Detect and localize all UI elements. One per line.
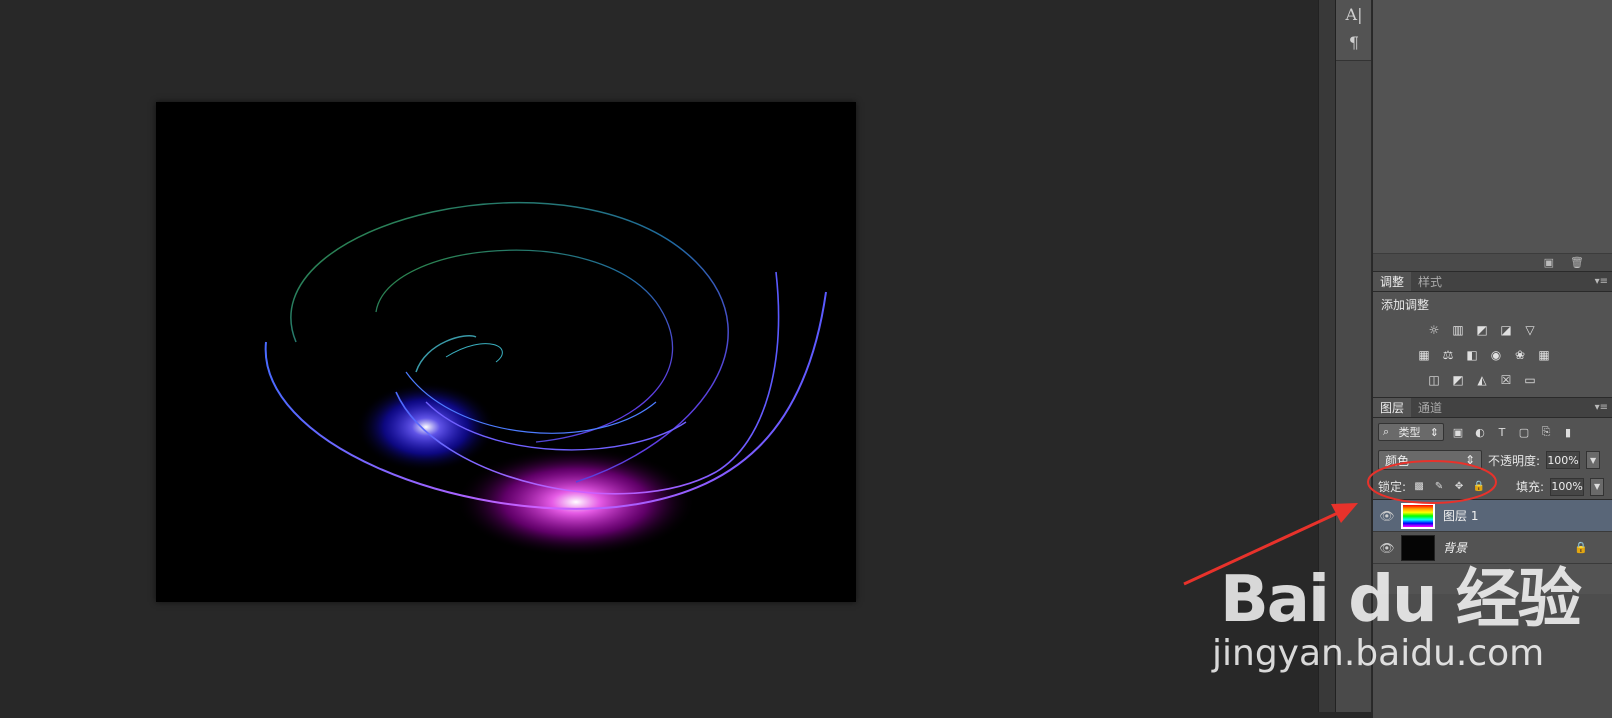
photo-filter-icon[interactable]: ◉ xyxy=(1487,346,1505,364)
character-panel-icon[interactable]: A| xyxy=(1336,0,1372,28)
collapsed-panel-strip: A| ¶ xyxy=(1336,0,1372,712)
layers-panel: ⌕ 类型 ⇕ ▣ ◐ T ▢ ⎘ ▮ 颜色 ⇕ 不透明度: 100% ▼ 锁定:… xyxy=(1373,418,1612,718)
shape-filter-icon[interactable]: ▢ xyxy=(1516,424,1532,440)
trash-icon[interactable]: 🗑 xyxy=(1570,256,1584,269)
lock-move-icon[interactable]: ✥ xyxy=(1452,480,1466,494)
layer-name: 背景 xyxy=(1443,541,1468,555)
black-white-icon[interactable]: ◧ xyxy=(1463,346,1481,364)
adjustments-title: 添加调整 xyxy=(1381,298,1430,312)
curves-icon[interactable]: ◩ xyxy=(1473,321,1491,339)
lock-icon: 🔒 xyxy=(1574,541,1588,554)
panel-menu-icon[interactable]: ▾≡ xyxy=(1595,272,1608,292)
light-swirl-artwork xyxy=(264,201,827,557)
panel-strip-empty xyxy=(1336,60,1371,712)
layer-filter-row: ⌕ 类型 ⇕ ▣ ◐ T ▢ ⎘ ▮ xyxy=(1373,418,1612,446)
layer-row[interactable]: 👁 背景 🔒 xyxy=(1373,532,1612,564)
invert-icon[interactable]: ◫ xyxy=(1425,371,1443,389)
color-balance-icon[interactable]: ⚖ xyxy=(1439,346,1457,364)
updown-icon: ⇕ xyxy=(1429,425,1439,439)
paragraph-panel-glyph: ¶ xyxy=(1348,32,1360,52)
fill-dropdown[interactable]: ▼ xyxy=(1590,477,1605,496)
layer-thumbnail xyxy=(1401,502,1435,529)
blend-mode-value: 颜色 xyxy=(1385,453,1410,468)
layers-menu-icon[interactable]: ▾≡ xyxy=(1595,398,1608,418)
layer-name: 图层 1 xyxy=(1443,509,1479,523)
lock-transparent-icon[interactable]: ▩ xyxy=(1412,480,1426,494)
character-panel-glyph: A| xyxy=(1345,4,1363,24)
layers-tabbar: 图层 通道 ▾≡ xyxy=(1373,398,1612,418)
tab-channels[interactable]: 通道 xyxy=(1411,398,1449,417)
panel-dock-divider[interactable] xyxy=(1318,0,1336,712)
type-filter-icon[interactable]: T xyxy=(1494,424,1510,440)
lock-all-icon[interactable]: 🔒 xyxy=(1472,480,1486,494)
lock-label: 锁定: xyxy=(1378,480,1407,494)
posterize-icon[interactable]: ◩ xyxy=(1449,371,1467,389)
fill-input[interactable]: 100% xyxy=(1550,477,1585,496)
upper-panel-footer: ▣ 🗑 xyxy=(1373,253,1612,271)
tab-styles[interactable]: 样式 xyxy=(1411,272,1449,291)
layer-row[interactable]: 👁 图层 1 xyxy=(1373,500,1612,532)
lock-paint-icon[interactable]: ✎ xyxy=(1432,480,1446,494)
smart-object-filter-icon[interactable]: ⎘ xyxy=(1538,424,1554,440)
eye-icon[interactable]: 👁 xyxy=(1373,509,1401,523)
right-panel-dock: ▣ 🗑 调整 样式 ▾≡ 添加调整 ☼ ▥ ◩ ◪ ▽ ▦ ⚖ ◧ ◉ ❀ ▦ … xyxy=(1373,0,1612,718)
tab-layers[interactable]: 图层 xyxy=(1373,398,1412,417)
document-canvas[interactable] xyxy=(156,102,856,602)
gradient-map-icon[interactable]: ▭ xyxy=(1521,371,1539,389)
opacity-label: 不透明度: xyxy=(1488,453,1541,468)
paragraph-panel-icon[interactable]: ¶ xyxy=(1336,28,1372,56)
adjustments-panel: 添加调整 ☼ ▥ ◩ ◪ ▽ ▦ ⚖ ◧ ◉ ❀ ▦ ◫ ◩ ◭ ☒ ▭ xyxy=(1373,292,1612,398)
adjustments-tabbar: 调整 样式 ▾≡ xyxy=(1373,272,1612,292)
selective-color-icon[interactable]: ☒ xyxy=(1497,371,1515,389)
adjustment-filter-icon[interactable]: ◐ xyxy=(1472,424,1488,440)
upper-panel: ▣ 🗑 xyxy=(1373,0,1612,272)
levels-icon[interactable]: ▥ xyxy=(1449,321,1467,339)
blend-row: 颜色 ⇕ 不透明度: 100% ▼ xyxy=(1373,446,1612,474)
layer-thumbnail xyxy=(1401,534,1435,561)
opacity-input[interactable]: 100% xyxy=(1546,451,1581,469)
brightness-icon[interactable]: ☼ xyxy=(1425,321,1443,339)
channel-mixer-icon[interactable]: ❀ xyxy=(1511,346,1529,364)
vibrance-icon[interactable]: ▽ xyxy=(1521,321,1539,339)
search-icon: ⌕ xyxy=(1383,425,1390,438)
threshold-icon[interactable]: ◭ xyxy=(1473,371,1491,389)
pixel-filter-icon[interactable]: ▣ xyxy=(1450,424,1466,440)
layer-filter-value: 类型 xyxy=(1398,426,1421,439)
tab-adjustments[interactable]: 调整 xyxy=(1373,272,1412,291)
new-item-icon[interactable]: ▣ xyxy=(1544,256,1554,269)
opacity-dropdown[interactable]: ▼ xyxy=(1586,451,1601,469)
blend-mode-select[interactable]: 颜色 ⇕ xyxy=(1378,450,1482,470)
hue-saturation-icon[interactable]: ▦ xyxy=(1415,346,1433,364)
exposure-icon[interactable]: ◪ xyxy=(1497,321,1515,339)
layers-empty-area[interactable] xyxy=(1373,594,1612,718)
color-lookup-icon[interactable]: ▦ xyxy=(1535,346,1553,364)
filter-toggle[interactable]: ▮ xyxy=(1560,424,1576,440)
canvas-area[interactable] xyxy=(0,0,1318,712)
lock-row: 锁定: ▩ ✎ ✥ 🔒 填充: 100% ▼ xyxy=(1373,474,1612,500)
updown-icon: ⇕ xyxy=(1464,453,1475,467)
layer-filter-select[interactable]: ⌕ 类型 ⇕ xyxy=(1378,423,1444,441)
eye-icon[interactable]: 👁 xyxy=(1373,541,1401,555)
fill-label: 填充: xyxy=(1516,480,1545,494)
